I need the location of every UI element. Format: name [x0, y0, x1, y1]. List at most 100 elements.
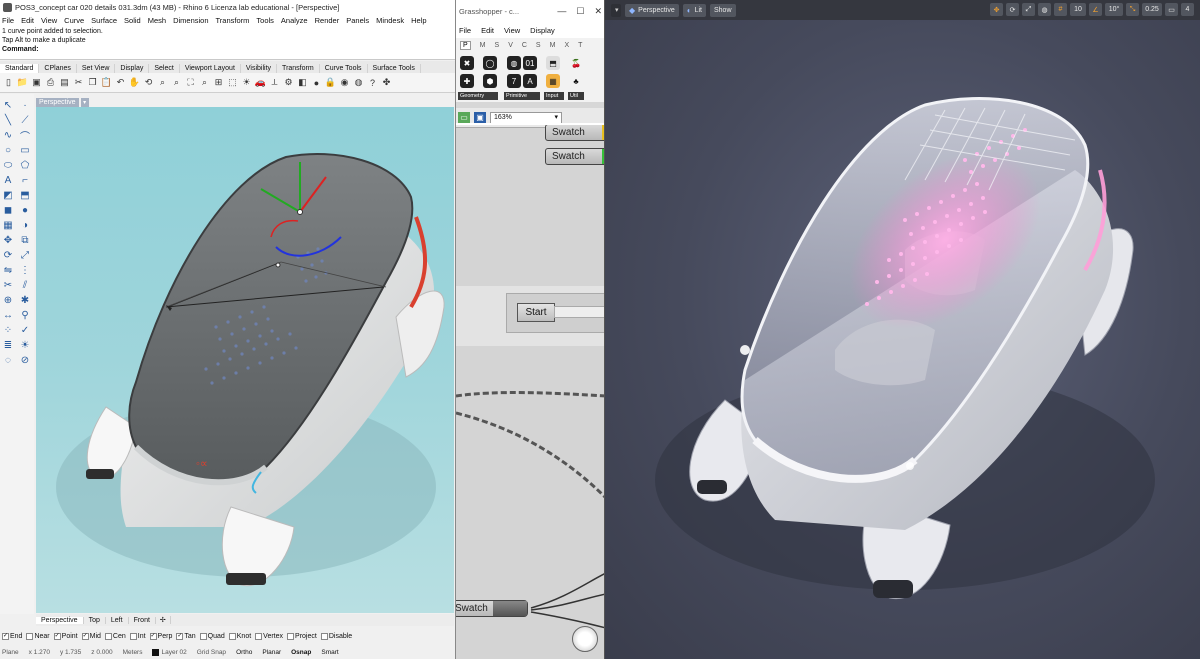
gh-tab-surface[interactable]: S: [536, 42, 541, 49]
cplane-icon[interactable]: ⟂: [269, 77, 280, 88]
dimension-icon[interactable]: ↔: [1, 308, 15, 322]
menu-curve[interactable]: Curve: [64, 16, 84, 25]
gh-group-geometry[interactable]: Geometry: [458, 92, 498, 100]
extrude-icon[interactable]: ⬒: [18, 188, 32, 202]
pan-icon[interactable]: ✋: [129, 77, 140, 88]
import-icon[interactable]: ▤: [59, 77, 70, 88]
osnap-project-checkbox[interactable]: [287, 633, 295, 640]
osnap-int-checkbox[interactable]: [129, 633, 137, 640]
osnap-perp-checkbox[interactable]: ✓: [149, 633, 157, 640]
color-wheel-icon[interactable]: ◍: [353, 77, 364, 88]
array-icon[interactable]: ⋮: [18, 263, 32, 277]
split-icon[interactable]: ⫽: [18, 278, 32, 292]
gh-tab-mesh[interactable]: M: [550, 42, 556, 49]
menu-analyze[interactable]: Analyze: [281, 16, 308, 25]
select-arrow-icon[interactable]: ↖: [1, 98, 15, 112]
join-icon[interactable]: ⊕: [1, 293, 15, 307]
osnap-disable[interactable]: Disable: [320, 633, 352, 640]
menu-solid[interactable]: Solid: [124, 16, 141, 25]
menu-transform[interactable]: Transform: [216, 16, 250, 25]
curve-icon[interactable]: ∿: [1, 128, 15, 142]
command-area[interactable]: 1 curve point added to selection. Tap Al…: [0, 26, 455, 60]
grid-points-icon[interactable]: ⁘: [1, 323, 15, 337]
rotate-view-icon[interactable]: ⟲: [143, 77, 154, 88]
menu-mindesk[interactable]: Mindesk: [376, 16, 404, 25]
grasshopper-icon[interactable]: ✤: [381, 77, 392, 88]
select-icon[interactable]: ⬚: [227, 77, 238, 88]
menu-tools[interactable]: Tools: [256, 16, 274, 25]
camera-speed-value[interactable]: 4: [1181, 3, 1194, 16]
fillet-curve-icon[interactable]: ⌐: [18, 173, 32, 187]
scale-icon[interactable]: ⤢: [18, 248, 32, 262]
tab-surface-tools[interactable]: Surface Tools: [368, 64, 421, 73]
viewport-4-icon[interactable]: ⊞: [213, 77, 224, 88]
point-param-icon[interactable]: ✚: [460, 74, 474, 88]
circle-icon[interactable]: ○: [1, 143, 15, 157]
gh-tab-maths[interactable]: M: [480, 42, 486, 49]
osnap-end[interactable]: ✓ End: [2, 633, 22, 640]
layer-icon[interactable]: ◧: [297, 77, 308, 88]
osnap-tan[interactable]: ✓ Tan: [176, 633, 196, 640]
osnap-disable-checkbox[interactable]: [320, 633, 328, 640]
menu-panels[interactable]: Panels: [346, 16, 369, 25]
viewport-tab-left[interactable]: Left: [106, 616, 129, 624]
gh-save-icon[interactable]: ▣: [474, 111, 486, 124]
osnap-perp[interactable]: ✓ Perp: [149, 633, 172, 640]
menu-file[interactable]: File: [2, 16, 14, 25]
panel-input-icon[interactable]: ▦: [546, 74, 560, 88]
copy-object-icon[interactable]: ⧉: [18, 233, 32, 247]
car-icon[interactable]: 🚗: [255, 77, 266, 88]
move-tool-icon[interactable]: ✥: [990, 3, 1003, 16]
menu-view[interactable]: View: [41, 16, 57, 25]
show-toggle[interactable]: Show: [709, 3, 736, 17]
angle-snap-icon[interactable]: ∠: [1089, 3, 1102, 16]
geometry-param-icon[interactable]: ✖: [460, 56, 474, 70]
cherry-util-icon[interactable]: 🍒: [569, 56, 583, 70]
gh-tab-transform[interactable]: T: [578, 42, 582, 49]
osnap-knot-checkbox[interactable]: [228, 633, 236, 640]
gh-zoom-dropdown[interactable]: 163% ▾: [490, 111, 562, 124]
osnap-cen[interactable]: Cen: [104, 633, 126, 640]
hide-icon[interactable]: ◌: [1, 353, 15, 367]
tab-curve-tools[interactable]: Curve Tools: [320, 64, 368, 73]
move-icon[interactable]: ✥: [1, 233, 15, 247]
angle-snap-value[interactable]: 10°: [1105, 3, 1123, 16]
tab-transform[interactable]: Transform: [277, 64, 320, 73]
tab-select[interactable]: Select: [149, 64, 180, 73]
osnap-near-checkbox[interactable]: [26, 633, 34, 640]
osnap-point[interactable]: ✓ Point: [53, 633, 78, 640]
viewport-tab-perspective[interactable]: Perspective: [36, 616, 84, 624]
scale-snap-value[interactable]: 0.25: [1142, 3, 1162, 16]
close-icon[interactable]: ✕: [594, 6, 602, 17]
ellipse-icon[interactable]: ⬭: [1, 158, 15, 172]
osnap-vertex[interactable]: Vertex: [255, 633, 283, 640]
polygon-icon[interactable]: ⬠: [18, 158, 32, 172]
zoom-selected-icon[interactable]: ⌕: [199, 77, 210, 88]
osnap-cen-checkbox[interactable]: [104, 633, 112, 640]
render-sphere-icon[interactable]: ●: [311, 77, 322, 88]
check-icon[interactable]: ✓: [18, 323, 32, 337]
copy-icon[interactable]: ❐: [87, 77, 98, 88]
osnap-end-checkbox[interactable]: ✓: [2, 633, 9, 640]
surface-icon[interactable]: ◩: [1, 188, 15, 202]
command-prompt[interactable]: Command:: [2, 46, 39, 53]
status-osnap[interactable]: Osnap: [291, 649, 311, 656]
lock-object-icon[interactable]: ⊘: [18, 353, 32, 367]
gh-open-icon[interactable]: ▭: [458, 111, 470, 124]
tab-display[interactable]: Display: [115, 64, 150, 73]
cut-icon[interactable]: ✂: [73, 77, 84, 88]
viewport-tab-top[interactable]: Top: [84, 616, 106, 624]
text-icon[interactable]: A: [1, 173, 15, 187]
osnap-near[interactable]: Near: [26, 633, 50, 640]
menu-surface[interactable]: Surface: [91, 16, 117, 25]
arc-icon[interactable]: ⌒: [18, 128, 32, 143]
menu-dimension[interactable]: Dimension: [173, 16, 208, 25]
menu-mesh[interactable]: Mesh: [148, 16, 166, 25]
grid-snap-value[interactable]: 10: [1070, 3, 1086, 16]
gh-group-primitive[interactable]: Primitive: [504, 92, 540, 100]
integer-primitive-icon[interactable]: 01: [523, 56, 537, 70]
gh-navigation-compass-icon[interactable]: [572, 626, 598, 652]
gh-group-util[interactable]: Util: [568, 92, 584, 100]
rectangle-icon[interactable]: ▭: [18, 143, 32, 157]
lit-toggle[interactable]: ◐ Lit: [682, 3, 706, 17]
